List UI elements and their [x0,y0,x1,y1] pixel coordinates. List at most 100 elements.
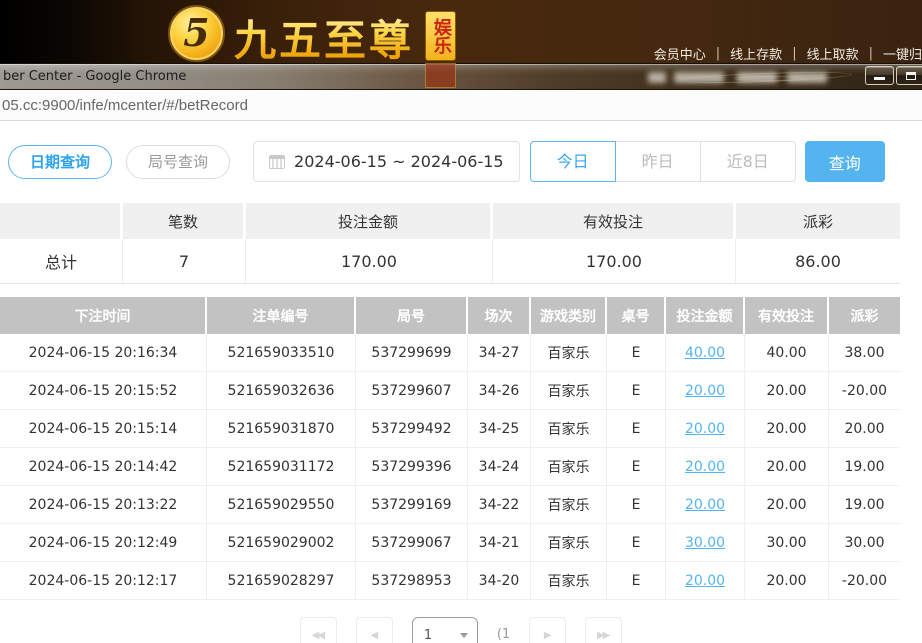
col-bet-time: 下注时间 [0,297,207,334]
cell-valid: 20.00 [745,486,829,524]
bet-amount-link[interactable]: 20.00 [685,459,725,475]
first-page-button[interactable]: ◀◀ [300,617,337,643]
col-bet-amount: 投注金额 [666,297,745,334]
cell-time: 2024-06-15 20:15:52 [0,372,207,410]
summary-total-label: 总计 [0,239,123,284]
cell-valid: 30.00 [745,524,829,562]
bet-amount-link[interactable]: 20.00 [685,573,725,589]
tab-round-query[interactable]: 局号查询 [126,145,230,179]
bet-amount-link[interactable]: 20.00 [685,497,725,513]
page-select-value: 1 [424,628,432,643]
prev-page-button[interactable]: ◀ [356,617,393,643]
cell-order: 521659029550 [207,486,356,524]
col-session: 场次 [468,297,531,334]
cell-session: 34-20 [468,562,531,600]
summary-payout-value: 86.00 [736,239,900,284]
screen: 5 九五至尊 娱乐 会员中心 | 线上存款 | 线上取款 | 一键归 ber C… [0,0,922,643]
next-page-icon: ▶ [544,630,550,641]
tab-date-query[interactable]: 日期查询 [8,145,112,179]
nav-one-key[interactable]: 一键归 [873,44,922,63]
cell-order: 521659031172 [207,448,356,486]
col-valid-bet: 有效投注 [745,297,829,334]
cell-game: 百家乐 [531,562,607,600]
summary-header-count: 笔数 [123,203,246,239]
col-table-number: 桌号 [607,297,666,334]
cell-payout: 19.00 [829,448,900,486]
quick-last8days-button[interactable]: 近8日 [700,141,796,182]
summary-header-blank [0,203,123,239]
cell-session: 34-27 [468,334,531,372]
cell-table: E [607,334,666,372]
cell-table: E [607,524,666,562]
nav-online-withdraw[interactable]: 线上取款 [797,44,869,63]
table-row: 2024-06-15 20:14:42 521659031172 5372993… [0,448,900,486]
cell-session: 34-21 [468,524,531,562]
col-payout: 派彩 [829,297,900,334]
cell-payout: -20.00 [829,562,900,600]
next-page-button[interactable]: ▶ [529,617,566,643]
date-range-input[interactable]: 2024-06-15 ~ 2024-06-15 [253,141,520,182]
cell-round: 537299396 [356,448,468,486]
blurred-balance-label [737,72,777,83]
cell-session: 34-24 [468,448,531,486]
quick-today-button[interactable]: 今日 [530,141,616,182]
site-banner: 5 九五至尊 娱乐 会员中心 | 线上存款 | 线上取款 | 一键归 [0,0,922,63]
cell-time: 2024-06-15 20:12:49 [0,524,207,562]
cell-table: E [607,372,666,410]
minimize-button[interactable] [865,66,894,85]
page-select[interactable]: 1 [412,617,478,643]
pagination: ◀◀ ◀ 1 (1 ▶ ▶▶ [0,617,922,643]
popup-window-title: ber Center - Google Chrome [3,69,186,84]
bet-amount-link[interactable]: 30.00 [685,535,725,551]
nav-member-center[interactable]: 会员中心 [644,44,716,63]
nav-online-deposit[interactable]: 线上存款 [720,44,792,63]
maximize-button[interactable] [896,66,922,85]
cell-table: E [607,562,666,600]
cell-payout: 38.00 [829,334,900,372]
bet-amount-link[interactable]: 20.00 [685,421,725,437]
popup-titlebar[interactable]: ber Center - Google Chrome [0,63,922,90]
table-row: 2024-06-15 20:16:34 521659033510 5372996… [0,334,900,372]
cell-table: E [607,410,666,448]
summary-valid-bet-value: 170.00 [493,239,736,284]
cell-game: 百家乐 [531,486,607,524]
blurred-account-value [674,72,724,83]
bet-amount-link[interactable]: 40.00 [685,345,725,361]
cell-table: E [607,486,666,524]
bet-record-page: 日期查询 局号查询 2024-06-15 ~ 2024-06-15 今日 昨日 … [0,121,922,600]
cell-time: 2024-06-15 20:16:34 [0,334,207,372]
logo-number: 5 [183,10,209,55]
prev-page-icon: ◀ [370,630,376,641]
blurred-account-label [648,72,666,83]
search-button[interactable]: 查询 [805,141,885,182]
cell-session: 34-22 [468,486,531,524]
quick-yesterday-button[interactable]: 昨日 [615,141,701,182]
cell-time: 2024-06-15 20:14:42 [0,448,207,486]
cell-time: 2024-06-15 20:15:14 [0,410,207,448]
last-page-button[interactable]: ▶▶ [585,617,622,643]
col-game-type: 游戏类别 [531,297,607,334]
logo-entertainment-badge: 娱乐 [425,11,456,61]
url-bar[interactable]: 05.cc:9900/infe/mcenter/#/betRecord [0,91,922,121]
bet-amount-link[interactable]: 20.00 [685,383,725,399]
cell-session: 34-25 [468,410,531,448]
cell-order: 521659029002 [207,524,356,562]
cell-valid: 20.00 [745,372,829,410]
cell-round: 537298953 [356,562,468,600]
site-logo-text: 九五至尊 [234,7,414,68]
summary-header-row: 笔数 投注金额 有效投注 派彩 [0,203,900,239]
blurred-balance-value [787,72,827,83]
filter-row: 日期查询 局号查询 2024-06-15 ~ 2024-06-15 今日 昨日 … [8,141,922,182]
cell-table: E [607,448,666,486]
cell-payout: 30.00 [829,524,900,562]
maximize-icon [906,72,916,80]
cell-valid: 20.00 [745,448,829,486]
logo-badge-lower-block [425,63,456,88]
cell-game: 百家乐 [531,448,607,486]
summary-count-value: 7 [123,239,246,284]
summary-total-row: 总计 7 170.00 170.00 86.00 [0,239,900,284]
top-nav: 会员中心 | 线上存款 | 线上取款 | 一键归 [644,44,922,63]
cell-time: 2024-06-15 20:12:17 [0,562,207,600]
minimize-icon [874,77,885,80]
cell-payout: 20.00 [829,410,900,448]
